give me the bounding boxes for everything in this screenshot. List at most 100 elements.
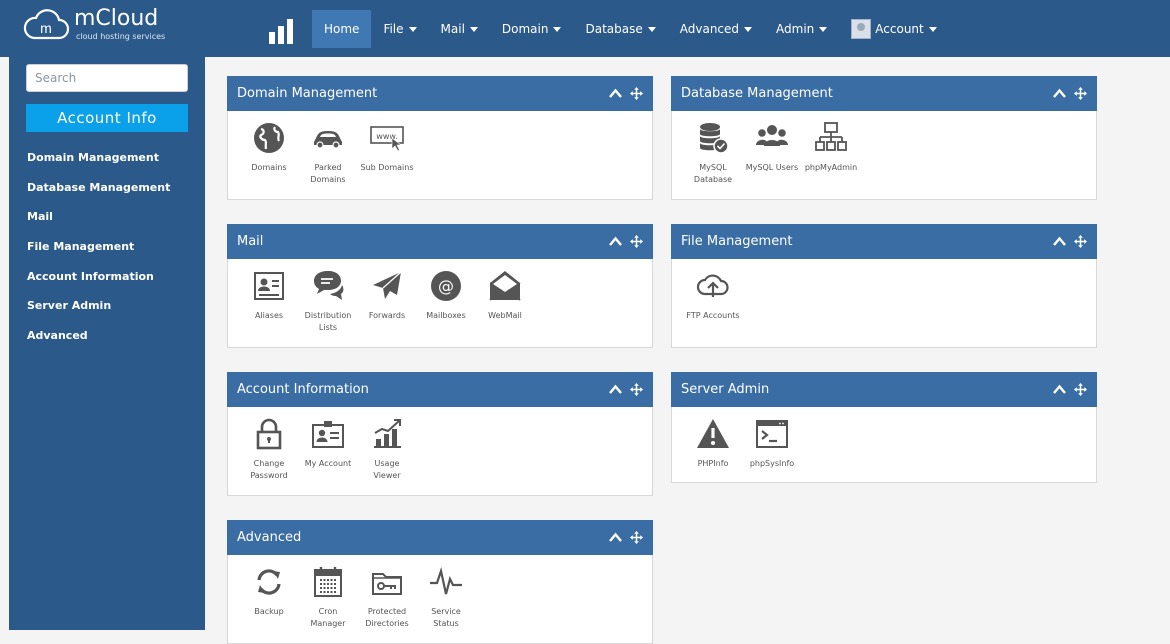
item-backup[interactable]: Backup xyxy=(242,565,296,630)
item-usage-viewer[interactable]: Usage Viewer xyxy=(360,417,414,482)
panel-title: Domain Management xyxy=(237,86,378,101)
panel-title: Account Information xyxy=(237,382,369,397)
stats-icon[interactable] xyxy=(268,18,296,44)
item-domains[interactable]: Domains xyxy=(242,121,296,186)
panel-title: File Management xyxy=(681,234,793,249)
move-arrows-icon[interactable] xyxy=(1074,235,1087,248)
item-label: Usage Viewer xyxy=(373,459,401,480)
item-label: FTP Accounts xyxy=(686,311,740,320)
id-card-icon xyxy=(312,421,344,448)
logo-letter: m xyxy=(40,20,52,36)
item-phpsysinfo[interactable]: phpSysInfo xyxy=(745,417,799,470)
sidebar-item-file-management[interactable]: File Management xyxy=(27,234,170,264)
nav-admin[interactable]: Admin xyxy=(764,10,839,48)
item-mailboxes[interactable]: @ Mailboxes xyxy=(419,269,473,334)
sidebar-item-database-management[interactable]: Database Management xyxy=(27,175,170,205)
move-arrows-icon[interactable] xyxy=(1074,87,1087,100)
move-arrows-icon[interactable] xyxy=(1074,383,1087,396)
item-label: WebMail xyxy=(488,311,522,320)
item-label: Aliases xyxy=(254,311,284,320)
item-phpinfo[interactable]: PHPInfo xyxy=(686,417,740,470)
nav-account[interactable]: Account xyxy=(839,10,948,48)
collapse-chevron-icon[interactable] xyxy=(609,235,622,248)
sidebar: Account Info Domain Management Database … xyxy=(9,57,205,630)
collapse-chevron-icon[interactable] xyxy=(609,531,622,544)
item-label: Domains xyxy=(251,163,287,172)
svg-text:@: @ xyxy=(438,277,454,296)
warning-icon xyxy=(697,419,729,448)
move-arrows-icon[interactable] xyxy=(630,235,643,248)
refresh-icon xyxy=(257,569,281,595)
move-arrows-icon[interactable] xyxy=(630,383,643,396)
item-webmail[interactable]: WebMail xyxy=(478,269,532,334)
item-mysql-database[interactable]: MySQL Database xyxy=(686,121,740,186)
nav-database[interactable]: Database xyxy=(573,10,667,48)
brand-logo[interactable]: m mCloud cloud hosting services xyxy=(22,6,182,46)
item-service-status[interactable]: Service Status xyxy=(419,565,473,630)
sidebar-item-mail[interactable]: Mail xyxy=(27,204,170,234)
item-mysql-users[interactable]: MySQL Users xyxy=(745,121,799,186)
item-sub-domains[interactable]: www. Sub Domains xyxy=(360,121,414,186)
account-info-button[interactable]: Account Info xyxy=(26,104,188,132)
item-label: Parked Domains xyxy=(310,163,346,184)
nav-file[interactable]: File xyxy=(371,10,428,48)
item-distribution-lists[interactable]: Distribution Lists xyxy=(301,269,355,334)
search-input[interactable] xyxy=(26,64,188,92)
panel-file-management: File Management FTP Accounts xyxy=(671,224,1097,348)
bar-chart-icon xyxy=(374,419,401,448)
item-change-password[interactable]: Change Password xyxy=(242,417,296,482)
sidebar-item-server-admin[interactable]: Server Admin xyxy=(27,293,170,323)
item-label: MySQL Database xyxy=(693,163,733,184)
item-label: Service Status xyxy=(431,607,461,628)
item-aliases[interactable]: Aliases xyxy=(242,269,296,334)
collapse-chevron-icon[interactable] xyxy=(1053,383,1066,396)
item-protected-directories[interactable]: Protected Directories xyxy=(360,565,414,630)
globe-icon xyxy=(254,123,284,153)
item-label: Forwards xyxy=(368,311,406,320)
chat-bubbles-icon xyxy=(314,271,344,300)
at-sign-icon: @ xyxy=(431,271,461,301)
item-my-account[interactable]: My Account xyxy=(301,417,355,482)
nav-domain[interactable]: Domain xyxy=(490,10,574,48)
item-forwards[interactable]: Forwards xyxy=(360,269,414,334)
item-cron-manager[interactable]: Cron Manager xyxy=(301,565,355,630)
panel-header: Advanced xyxy=(227,520,653,555)
caret-down-icon xyxy=(553,26,562,32)
paper-plane-icon xyxy=(373,271,402,299)
open-envelope-icon xyxy=(489,271,521,301)
lock-icon xyxy=(256,418,282,450)
collapse-chevron-icon[interactable] xyxy=(609,383,622,396)
sidebar-item-domain-management[interactable]: Domain Management xyxy=(27,145,170,175)
nav-mail[interactable]: Mail xyxy=(429,10,490,48)
caret-down-icon xyxy=(928,26,937,32)
item-parked-domains[interactable]: Parked Domains xyxy=(301,121,355,186)
brand-name: mCloud xyxy=(74,6,159,31)
panel-account-information: Account Information Change Password My A… xyxy=(227,372,653,496)
panel-header: Database Management xyxy=(671,76,1097,111)
nav-advanced[interactable]: Advanced xyxy=(668,10,764,48)
item-label: Change Password xyxy=(250,459,288,480)
item-ftp-accounts[interactable]: FTP Accounts xyxy=(686,269,740,322)
item-label: Protected Directories xyxy=(365,607,409,628)
collapse-chevron-icon[interactable] xyxy=(1053,87,1066,100)
panel-title: Mail xyxy=(237,234,264,249)
brand-tagline: cloud hosting services xyxy=(76,32,166,41)
sitemap-icon xyxy=(815,122,847,151)
panel-header: Account Information xyxy=(227,372,653,407)
move-arrows-icon[interactable] xyxy=(630,531,643,544)
main-nav: Home File Mail Domain Database Advanced … xyxy=(312,10,949,48)
caret-down-icon xyxy=(819,26,828,32)
collapse-chevron-icon[interactable] xyxy=(1053,235,1066,248)
top-navbar: m mCloud cloud hosting services Home Fil… xyxy=(0,0,1170,57)
sidebar-item-advanced[interactable]: Advanced xyxy=(27,323,170,353)
move-arrows-icon[interactable] xyxy=(630,87,643,100)
collapse-chevron-icon[interactable] xyxy=(609,87,622,100)
item-phpmyadmin[interactable]: phpMyAdmin xyxy=(804,121,858,186)
nav-domain-label: Domain xyxy=(501,22,549,36)
panel-mail: Mail Aliases Distribution Lists Forwards… xyxy=(227,224,653,348)
database-icon xyxy=(700,123,729,154)
panel-header: Server Admin xyxy=(671,372,1097,407)
nav-home[interactable]: Home xyxy=(312,10,372,48)
sidebar-item-account-information[interactable]: Account Information xyxy=(27,264,170,294)
nav-home-label: Home xyxy=(324,22,360,36)
